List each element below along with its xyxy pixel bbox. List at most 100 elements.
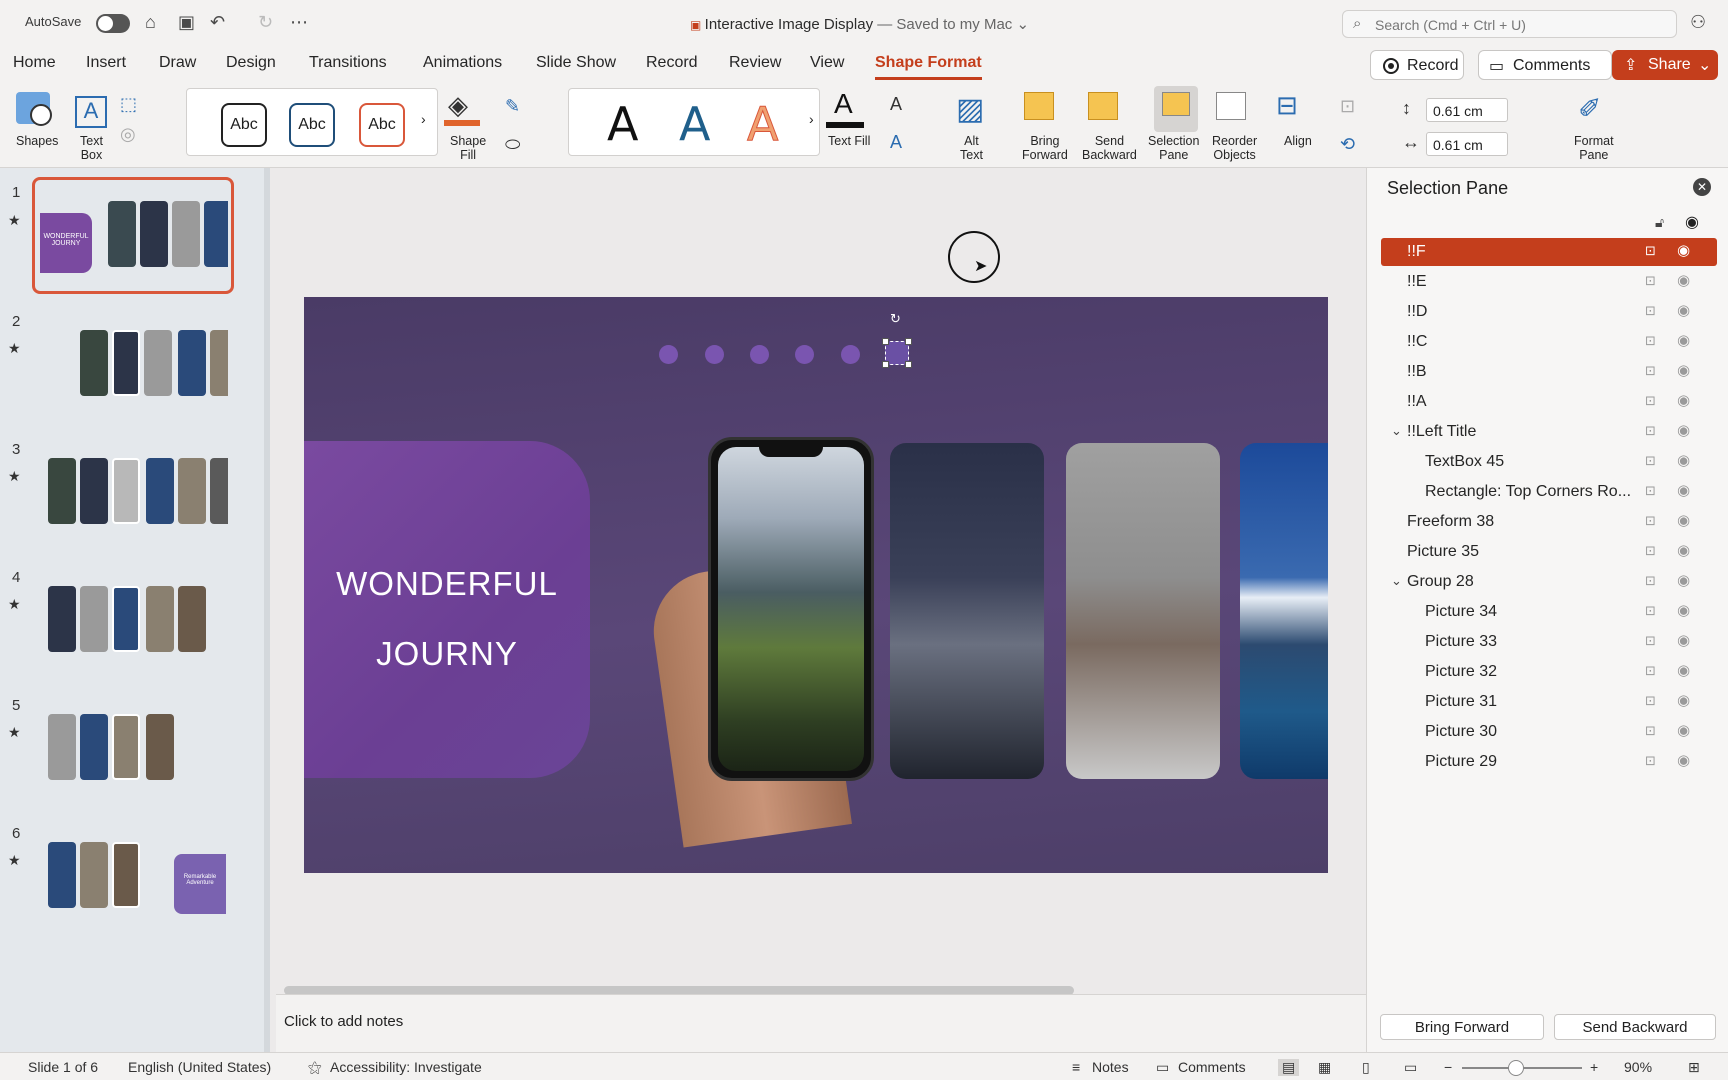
visibility-eye-icon[interactable]: ◉	[1677, 601, 1690, 619]
bring-forward-button[interactable]: Bring Forward	[1380, 1014, 1544, 1040]
slide-thumbnail-1[interactable]: WONDERFUL JOURNY	[32, 177, 234, 294]
lock-icon[interactable]: ⊡	[1645, 663, 1656, 679]
send-backward-button[interactable]: Send Backward	[1554, 1014, 1716, 1040]
slide-thumbnail-6[interactable]: Remarkable Adventure	[38, 824, 228, 929]
autosave-toggle[interactable]	[96, 14, 130, 33]
lock-icon[interactable]: ⊡	[1645, 363, 1656, 379]
undo-icon[interactable]: ↶	[210, 12, 225, 33]
tab-insert[interactable]: Insert	[86, 54, 126, 72]
selection-pane-item[interactable]: ⌄ Group 28 ⊡ ◉	[1381, 568, 1717, 596]
accessibility-status[interactable]: Accessibility: Investigate	[330, 1059, 482, 1075]
resize-handle[interactable]	[905, 338, 912, 345]
more-icon[interactable]: ⋯	[290, 12, 308, 33]
lock-icon[interactable]: ⊡	[1645, 543, 1656, 559]
visibility-eye-icon[interactable]: ◉	[1677, 661, 1690, 679]
tab-view[interactable]: View	[810, 54, 844, 72]
wordart-style-1[interactable]: A	[607, 97, 638, 151]
selection-pane-item[interactable]: !!D ⊡ ◉	[1381, 298, 1717, 326]
format-pane-icon[interactable]: ✐	[1578, 92, 1601, 125]
visibility-eye-icon[interactable]: ◉	[1677, 541, 1690, 559]
visibility-eye-icon[interactable]: ◉	[1677, 721, 1690, 739]
lock-icon[interactable]: ⊡	[1645, 333, 1656, 349]
shape-width-input[interactable]: 0.61 cm	[1426, 132, 1508, 156]
selection-pane-item[interactable]: Picture 34 ⊡ ◉	[1381, 598, 1717, 626]
selection-pane-item[interactable]: Freeform 38 ⊡ ◉	[1381, 508, 1717, 536]
tab-home[interactable]: Home	[13, 54, 56, 72]
tab-animations[interactable]: Animations	[423, 54, 502, 72]
picture-monastery[interactable]	[1066, 443, 1220, 779]
record-button[interactable]: Record	[1370, 50, 1464, 80]
shape-style-2[interactable]: Abc	[289, 103, 335, 147]
wordart-style-2[interactable]: A	[679, 97, 710, 151]
document-title[interactable]: ▣ Interactive Image Display — Saved to m…	[690, 15, 1029, 33]
visibility-eye-icon[interactable]: ◉	[1677, 271, 1690, 289]
selection-pane-button[interactable]	[1154, 86, 1198, 132]
chevron-right-icon[interactable]: ›	[421, 111, 426, 127]
tab-draw[interactable]: Draw	[159, 54, 196, 72]
lock-icon[interactable]: ⊡	[1645, 513, 1656, 529]
resize-handle[interactable]	[905, 361, 912, 368]
lock-icon[interactable]: ⊡	[1645, 693, 1656, 709]
share-button[interactable]: ⇪ Share ⌄	[1612, 50, 1718, 80]
nav-dot-c[interactable]	[750, 345, 769, 364]
bring-forward-icon[interactable]	[1024, 92, 1054, 120]
visibility-eye-icon[interactable]: ◉	[1677, 481, 1690, 499]
nav-dot-a[interactable]	[659, 345, 678, 364]
picture-temple-gate[interactable]	[890, 443, 1044, 779]
notes-toggle[interactable]: Notes	[1092, 1059, 1129, 1075]
selection-pane-item[interactable]: ⌄ !!Left Title ⊡ ◉	[1381, 418, 1717, 446]
lock-icon[interactable]: ⊡	[1645, 273, 1656, 289]
lock-icon[interactable]: ⊡	[1645, 723, 1656, 739]
text-effects-icon[interactable]: A	[890, 132, 902, 153]
zoom-level[interactable]: 90%	[1624, 1059, 1652, 1075]
slide-sorter-icon[interactable]: ▦	[1318, 1059, 1331, 1076]
text-outline-icon[interactable]: A	[890, 94, 902, 115]
tab-slide-show[interactable]: Slide Show	[536, 54, 616, 72]
zoom-in-icon[interactable]: +	[1590, 1059, 1598, 1075]
lock-icon[interactable]: ⊡	[1645, 243, 1656, 259]
home-icon[interactable]: ⌂	[145, 12, 156, 33]
shape-outline-icon[interactable]: ✎	[505, 96, 520, 117]
lock-icon[interactable]: ⊡	[1645, 453, 1656, 469]
slideshow-icon[interactable]: ▭	[1404, 1059, 1417, 1076]
selection-pane-item[interactable]: Picture 32 ⊡ ◉	[1381, 658, 1717, 686]
nav-dot-d[interactable]	[795, 345, 814, 364]
selection-pane-item[interactable]: !!E ⊡ ◉	[1381, 268, 1717, 296]
tab-record[interactable]: Record	[646, 54, 698, 72]
selection-pane-item[interactable]: !!B ⊡ ◉	[1381, 358, 1717, 386]
lock-icon[interactable]: ⊡	[1645, 303, 1656, 319]
visibility-eye-icon[interactable]: ◉	[1677, 631, 1690, 649]
resize-handle[interactable]	[882, 361, 889, 368]
edit-shape-icon[interactable]: ⬚	[120, 94, 137, 115]
selection-pane-item[interactable]: Rectangle: Top Corners Ro... ⊡ ◉	[1381, 478, 1717, 506]
shape-style-3[interactable]: Abc	[359, 103, 405, 147]
visibility-eye-icon[interactable]: ◉	[1677, 391, 1690, 409]
tab-transitions[interactable]: Transitions	[309, 54, 387, 72]
expand-chevron-icon[interactable]: ⌄	[1391, 573, 1402, 589]
save-icon[interactable]: ▣	[178, 12, 195, 33]
group-icon[interactable]: ⊡	[1340, 96, 1355, 117]
visibility-eye-icon[interactable]: ◉	[1677, 751, 1690, 769]
lock-icon[interactable]: ⊡	[1645, 603, 1656, 619]
reorder-objects-icon[interactable]	[1216, 92, 1246, 120]
visibility-eye-icon[interactable]: ◉	[1677, 241, 1690, 259]
tab-review[interactable]: Review	[729, 54, 781, 72]
lock-icon[interactable]: ⊡	[1645, 393, 1656, 409]
selection-pane-item[interactable]: TextBox 45 ⊡ ◉	[1381, 448, 1717, 476]
rotate-handle-icon[interactable]: ↻	[890, 311, 901, 327]
chevron-right-icon[interactable]: ›	[809, 111, 814, 127]
selection-pane-item[interactable]: Picture 35 ⊡ ◉	[1381, 538, 1717, 566]
selection-pane-item[interactable]: !!F ⊡ ◉	[1381, 238, 1717, 266]
comments-button[interactable]: ▭ Comments	[1478, 50, 1612, 80]
slide-thumbnail-3[interactable]	[38, 440, 228, 545]
visibility-eye-icon[interactable]: ◉	[1677, 511, 1690, 529]
shape-effects-icon[interactable]: ⬭	[505, 134, 520, 155]
zoom-out-icon[interactable]: −	[1444, 1059, 1452, 1075]
nav-dot-b[interactable]	[705, 345, 724, 364]
selection-pane-item[interactable]: Picture 29 ⊡ ◉	[1381, 748, 1717, 776]
lock-icon[interactable]: ⊡	[1645, 573, 1656, 589]
visibility-eye-icon[interactable]: ◉	[1677, 301, 1690, 319]
show-all-eye-icon[interactable]: ◉	[1685, 212, 1699, 232]
align-icon[interactable]: ⊟	[1276, 90, 1298, 121]
left-title-card[interactable]: WONDERFUL JOURNY	[304, 441, 590, 778]
